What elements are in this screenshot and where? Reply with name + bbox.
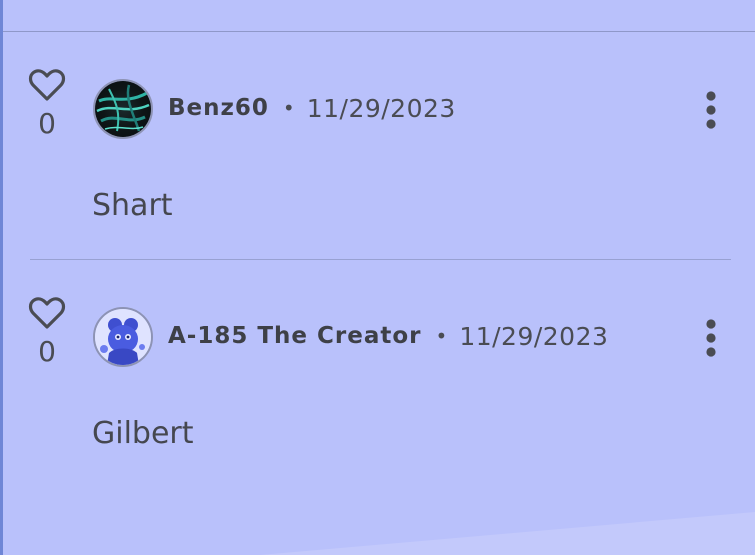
comment-item: 0 Benz60 • 11/29/2023 Shart (0, 60, 755, 280)
comment-divider (30, 259, 731, 260)
more-options-button[interactable] (694, 88, 728, 132)
more-options-button[interactable] (694, 316, 728, 360)
avatar[interactable] (93, 79, 153, 139)
timestamp: 11/29/2023 (459, 321, 609, 351)
heart-outline-icon (28, 297, 66, 329)
comments-panel: 0 Benz60 • 11/29/2023 Shart 0 A-185 The … (0, 0, 755, 555)
username[interactable]: Benz60 (168, 95, 269, 121)
comment-item: 0 A-185 The Creator • 11/29/2023 Gilbert (0, 288, 755, 508)
separator-dot: • (282, 96, 295, 120)
comment-text: Shart (92, 188, 173, 223)
like-button[interactable] (28, 296, 66, 330)
separator-dot: • (435, 324, 448, 348)
avatar-dark-teal-swirl-icon (95, 81, 151, 137)
top-divider (3, 31, 755, 32)
avatar[interactable] (93, 307, 153, 367)
like-count: 0 (38, 107, 56, 140)
comment-meta: Benz60 • 11/29/2023 (168, 88, 456, 128)
avatar-blue-character-icon (95, 309, 151, 365)
like-button[interactable] (28, 68, 66, 102)
more-vertical-icon (706, 91, 716, 129)
username[interactable]: A-185 The Creator (168, 323, 422, 349)
comment-meta: A-185 The Creator • 11/29/2023 (168, 316, 608, 356)
like-count: 0 (38, 335, 56, 368)
heart-outline-icon (28, 69, 66, 101)
timestamp: 11/29/2023 (306, 93, 456, 123)
more-vertical-icon (706, 319, 716, 357)
comment-text: Gilbert (92, 416, 194, 451)
